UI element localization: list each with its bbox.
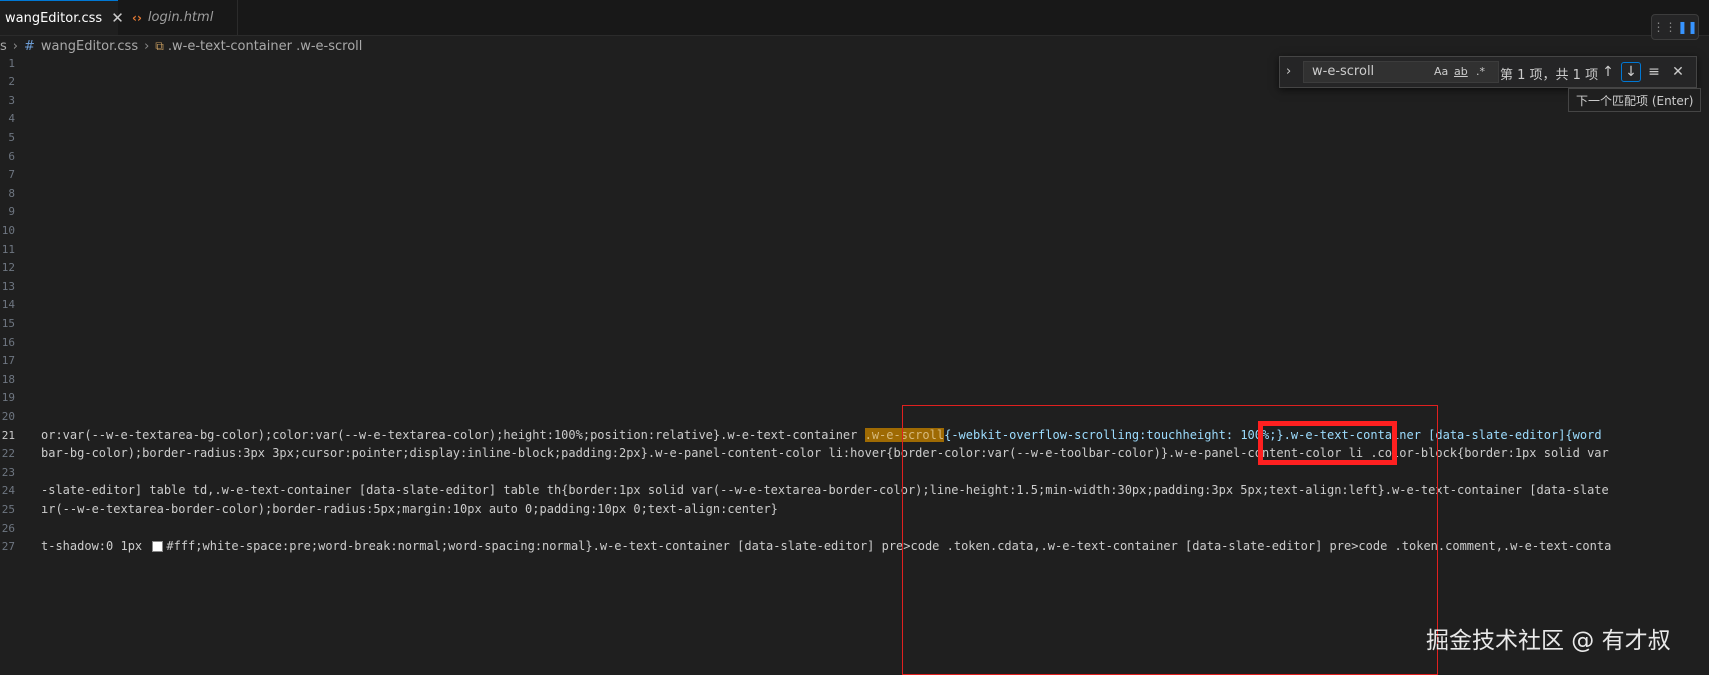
line-number: 11 (1, 243, 15, 256)
line-number: 4 (8, 112, 15, 125)
previous-match-arrow-icon[interactable]: ↑ (1598, 62, 1618, 82)
line-number-current: 21 (1, 429, 15, 442)
code-text: or:var(--w-e-textarea-bg-color);color:va… (41, 428, 865, 442)
line-number: 7 (8, 168, 15, 181)
chevron-right-icon: › (144, 38, 150, 54)
chevron-right-icon: › (12, 38, 18, 54)
annotation-box-highlight (1258, 421, 1397, 465)
line-number: 15 (1, 317, 15, 330)
tab-login-html[interactable]: ‹› login.html (118, 0, 238, 35)
line-number: 12 (1, 261, 15, 274)
find-input[interactable]: w-e-scroll (1303, 61, 1499, 83)
line-number: 22 (1, 447, 15, 460)
line-number: 13 (1, 280, 15, 293)
line-number: 25 (1, 503, 15, 516)
line-number: 14 (1, 298, 15, 311)
line-number: 27 (1, 540, 15, 553)
breadcrumb-file[interactable]: wangEditor.css (41, 39, 138, 54)
line-number: 17 (1, 354, 15, 367)
css-file-icon: # (23, 38, 35, 54)
line-number: 8 (8, 187, 15, 200)
match-case-icon[interactable]: Aa (1434, 65, 1448, 78)
tab-label: login.html (147, 10, 214, 25)
line-number: 9 (8, 205, 15, 218)
toggle-replace-chevron-icon[interactable]: › (1286, 64, 1291, 79)
watermark: 掘金技术社区 @ 有才叔 (1426, 628, 1671, 654)
pause-icon[interactable]: ❚❚ (1677, 20, 1697, 34)
symbol-icon: ⧉ (155, 38, 164, 53)
line-number: 10 (1, 224, 15, 237)
line-number: 3 (8, 94, 15, 107)
code-text: t-shadow:0 1px (41, 539, 150, 553)
color-swatch-icon[interactable] (152, 541, 164, 552)
breadcrumb: s › # wangEditor.css › ⧉ .w-e-text-conta… (0, 35, 1709, 57)
line-number: 18 (1, 373, 15, 386)
close-find-icon[interactable]: ✕ (1668, 62, 1688, 82)
breadcrumb-symbol[interactable]: .w-e-text-container .w-e-scroll (168, 39, 363, 54)
line-number: 24 (1, 484, 15, 497)
line-number: 16 (1, 336, 15, 349)
editor-tab-bar: wangEditor.css ✕ ‹› login.html ⋮⋮ ❚❚ (0, 0, 1709, 40)
code-line-25[interactable]: ır(--w-e-textarea-border-color);border-r… (41, 500, 778, 519)
find-widget: › w-e-scroll Aa ab .* 第 1 项，共 1 项 ↑ ↓ ≡ … (1279, 56, 1697, 88)
tab-wangeditor-css[interactable]: wangEditor.css ✕ (0, 0, 124, 35)
breadcrumb-folder[interactable]: s (0, 39, 7, 54)
line-number: 1 (8, 57, 15, 70)
line-number: 20 (1, 410, 15, 423)
drag-handle-icon[interactable]: ⋮⋮ (1652, 20, 1676, 34)
line-number: 5 (8, 131, 15, 144)
tab-label: wangEditor.css (5, 10, 103, 26)
next-match-tooltip: 下一个匹配项 (Enter) (1568, 88, 1702, 112)
line-number: 2 (8, 75, 15, 88)
find-in-selection-icon[interactable]: ≡ (1644, 62, 1664, 82)
regex-icon[interactable]: .* (1476, 65, 1485, 78)
next-match-arrow-icon[interactable]: ↓ (1621, 62, 1641, 82)
whole-word-icon[interactable]: ab (1454, 65, 1468, 78)
html-file-icon: ‹› (132, 10, 142, 25)
line-number: 23 (1, 466, 15, 479)
line-number: 26 (1, 522, 15, 535)
line-number: 19 (1, 391, 15, 404)
match-count: 第 1 项，共 1 项 (1500, 68, 1599, 83)
line-number: 6 (8, 150, 15, 163)
